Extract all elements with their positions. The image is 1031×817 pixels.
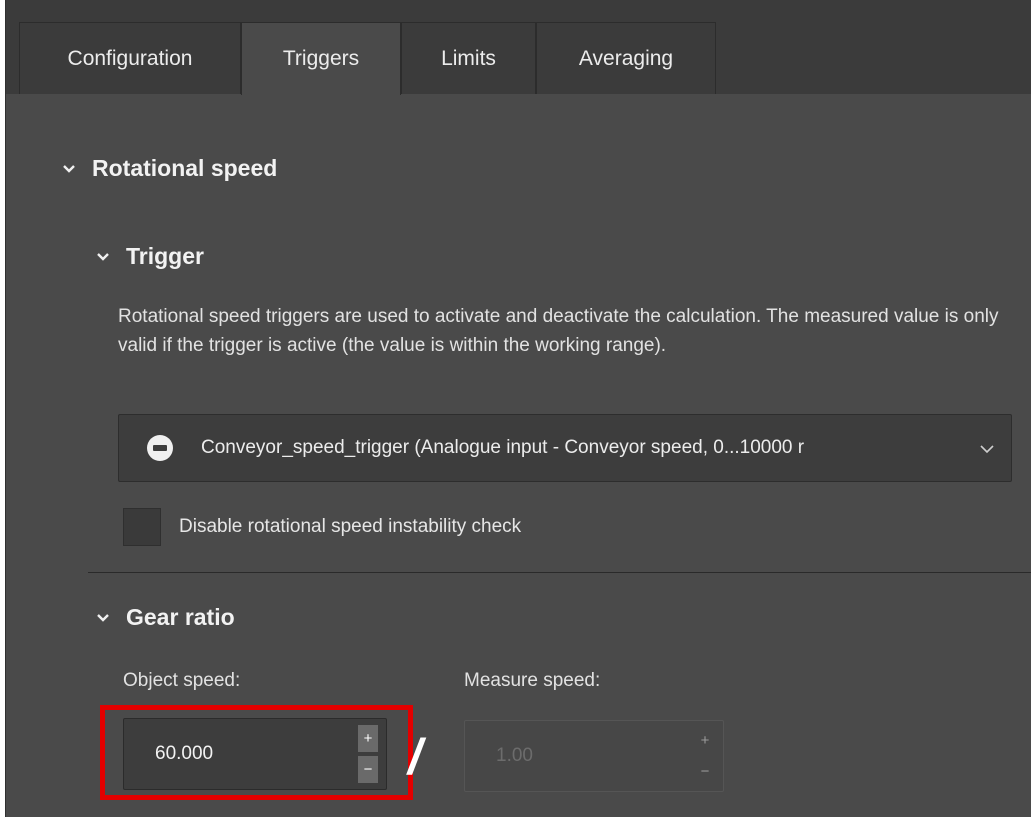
measure-speed-input[interactable] <box>496 745 676 767</box>
section-title-rotational-speed: Rotational speed <box>92 155 278 181</box>
trigger-description: Rotational speed triggers are used to ac… <box>118 306 999 356</box>
trigger-select[interactable]: Conveyor_speed_trigger (Analogue input -… <box>118 414 1012 482</box>
tab-averaging[interactable]: Averaging <box>536 22 716 94</box>
chevron-down-icon <box>980 445 994 454</box>
measure-speed-label: Measure speed: <box>464 670 601 691</box>
chevron-down-icon <box>63 164 75 173</box>
divider <box>88 572 1031 573</box>
object-speed-increment-button[interactable]: + <box>358 725 378 752</box>
tab-triggers[interactable]: Triggers <box>241 22 401 95</box>
chevron-down-icon <box>97 252 109 261</box>
settings-panel: Configuration Triggers Limits Averaging … <box>5 0 1031 817</box>
tab-bar: Configuration Triggers Limits Averaging <box>6 0 1031 95</box>
section-title-trigger: Trigger <box>126 243 204 269</box>
chevron-down-icon <box>97 613 109 622</box>
object-speed-stepper[interactable]: + − <box>123 718 387 790</box>
tab-configuration[interactable]: Configuration <box>19 22 241 94</box>
trigger-select-value: Conveyor_speed_trigger (Analogue input -… <box>201 437 805 458</box>
instability-check-label: Disable rotational speed instability che… <box>179 516 522 537</box>
section-title-gear-ratio: Gear ratio <box>126 604 235 630</box>
object-speed-label: Object speed: <box>123 670 241 691</box>
measure-speed-decrement-button[interactable]: − <box>695 758 715 785</box>
object-speed-input[interactable] <box>155 743 335 765</box>
tab-limits[interactable]: Limits <box>401 22 536 94</box>
trigger-icon <box>147 435 173 461</box>
instability-check-checkbox[interactable] <box>123 508 161 546</box>
measure-speed-increment-button[interactable]: + <box>695 727 715 754</box>
section-gear-ratio[interactable]: Gear ratio <box>94 604 235 631</box>
section-trigger[interactable]: Trigger <box>94 243 204 270</box>
measure-speed-stepper[interactable]: + − <box>464 720 724 792</box>
ratio-divider: / <box>408 729 422 785</box>
object-speed-decrement-button[interactable]: − <box>358 756 378 783</box>
section-rotational-speed[interactable]: Rotational speed <box>60 155 277 182</box>
